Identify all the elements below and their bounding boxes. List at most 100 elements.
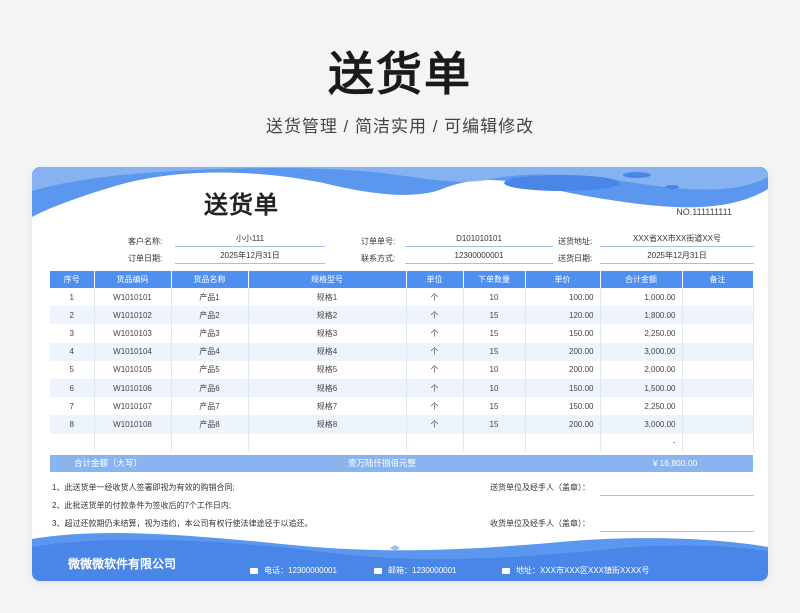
customer-field[interactable]: 小小111 [175,233,325,247]
table-row: 4 W1010104 产品4 规格4 个 15 200.00 3,000.00 [50,342,754,361]
table-cell: 2,250.00 [600,397,683,416]
contact-label: 联系方式: [361,254,396,263]
table-cell [406,433,464,452]
order-date-field[interactable]: 2025年12月31日 [175,250,325,264]
table-cell: 15 [463,415,526,434]
footer-email: 邮箱：1230000001 [374,565,457,576]
items-table: 序号 货品编码 货品名称 规格型号 单位 下单数量 单价 合计金额 备注 1 W1… [50,271,754,452]
table-cell [171,433,249,452]
table-cell [682,378,754,398]
table-cell [525,433,601,452]
column-header: 货品编码 [94,271,172,288]
note-2: 2、此批送货单的付款条件为签收后的7个工作日内; [52,501,232,510]
table-cell: 200.00 [525,360,601,379]
table-cell: 产品1 [171,288,249,307]
delivery-date-label: 送货日期: [558,254,593,263]
note-1: 1、此送货单一经收货人签署即视为有效的购销合同; [52,483,235,492]
table-cell: 个 [406,360,464,379]
receiver-sign-field[interactable] [600,531,754,532]
table-cell: 2,000.00 [600,360,683,379]
column-header: 序号 [50,271,95,288]
delivery-date-field[interactable]: 2025年12月31日 [600,250,754,264]
order-no-field[interactable]: D101010101 [405,233,553,247]
table-cell: 产品4 [171,342,249,361]
table-cell: 1,000.00 [600,288,683,307]
table-cell: 10 [463,360,526,379]
order-no-label: 订单单号: [361,237,396,246]
table-cell: 规格5 [248,360,407,379]
address-field[interactable]: XXX省XX市XX街道XX号 [600,233,754,247]
footer-phone-text: 电话：12300000001 [264,566,337,575]
table-cell [682,306,754,325]
table-cell: 200.00 [525,342,601,361]
table-cell: 个 [406,288,464,307]
table-cell: W1010105 [94,360,172,379]
table-cell: 规格3 [248,324,407,343]
table-cell: 15 [463,397,526,416]
table-cell: 150.00 [525,324,601,343]
order-date-label: 订单日期: [128,254,163,263]
contact-field[interactable]: 12300000001 [405,250,553,264]
table-cell: 6 [50,378,95,398]
table-cell [94,433,172,452]
column-header: 下单数量 [463,271,526,288]
table-cell: 5 [50,360,95,379]
footer-phone: 电话：12300000001 [250,565,337,576]
table-cell: W1010106 [94,378,172,398]
table-row: - [50,433,754,452]
sender-sign-label: 送货单位及经手人（盖章）： [490,483,590,492]
table-cell [682,415,754,434]
mail-icon [374,567,382,574]
customer-label: 客户名称: [128,237,163,246]
table-cell: 150.00 [525,397,601,416]
table-cell [248,433,407,452]
table-row: 2 W1010102 产品2 规格2 个 15 120.00 1,800.00 [50,306,754,325]
column-header: 单价 [525,271,601,288]
table-cell: 规格7 [248,397,407,416]
column-header: 货品名称 [171,271,249,288]
hero-subtitle: 送货管理 / 简洁实用 / 可编辑修改 [265,117,535,136]
table-cell: 10 [463,288,526,307]
total-amount: ￥16,800.00 [651,458,698,468]
column-header: 单位 [406,271,464,288]
table-cell: 个 [406,378,464,398]
table-cell: 个 [406,324,464,343]
table-cell: 100.00 [525,288,601,307]
table-cell [50,433,95,452]
table-cell: 8 [50,415,95,434]
receiver-sign-label: 收货单位及经手人（盖章）： [490,519,590,528]
table-cell: 10 [463,378,526,398]
footer-address-text: 地址：XXX市XXX区XXX镇街XXXX号 [516,566,650,575]
table-cell: 产品2 [171,306,249,325]
table-cell: W1010103 [94,324,172,343]
order-info: 客户名称: 小小111 订单单号: D101010101 送货地址: XXX省X… [32,167,768,267]
table-cell: 15 [463,324,526,343]
table-cell: 产品5 [171,360,249,379]
table-row: 6 W1010106 产品6 规格6 个 10 150.00 1,500.00 [50,378,754,398]
table-cell: W1010107 [94,397,172,416]
table-header-row: 序号 货品编码 货品名称 规格型号 单位 下单数量 单价 合计金额 备注 [50,271,754,288]
column-header: 合计金额 [600,271,683,288]
building-icon [502,567,510,574]
table-row: 5 W1010105 产品5 规格5 个 10 200.00 2,000.00 [50,360,754,379]
total-label: 合计金额（大写） [74,458,143,468]
table-cell: W1010108 [94,415,172,434]
table-cell [682,324,754,343]
sender-sign-field[interactable] [600,495,754,496]
table-cell [682,342,754,361]
hero-title: 送货单 [328,48,472,100]
table-row: 7 W1010107 产品7 规格7 个 15 150.00 2,250.00 [50,397,754,416]
footer-email-text: 邮箱：1230000001 [388,566,457,575]
table-cell: 规格4 [248,342,407,361]
table-cell: 产品7 [171,397,249,416]
table-cell [463,433,526,452]
table-cell: 个 [406,397,464,416]
table-cell: W1010102 [94,306,172,325]
table-cell: 7 [50,397,95,416]
table-cell: 规格8 [248,415,407,434]
address-label: 送货地址: [558,237,593,246]
table-cell: 3,000.00 [600,415,683,434]
table-cell [682,433,754,452]
footer-address: 地址：XXX市XXX区XXX镇街XXXX号 [502,565,649,576]
table-cell: 1 [50,288,95,307]
